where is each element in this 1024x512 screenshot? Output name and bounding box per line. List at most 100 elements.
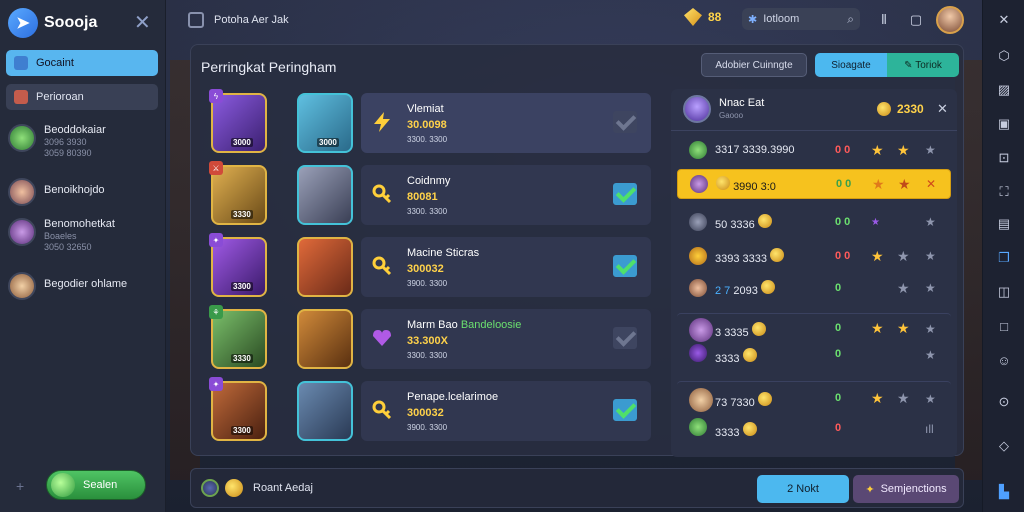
square-icon[interactable]: □ xyxy=(994,316,1014,336)
search-input[interactable] xyxy=(763,13,834,25)
completions-button-label: Semjenctions xyxy=(880,483,947,495)
hero-portrait[interactable] xyxy=(297,309,353,369)
hero-portrait[interactable]: 3000 xyxy=(297,93,353,153)
close-icon[interactable]: ✕ xyxy=(134,10,159,35)
hero-portrait[interactable] xyxy=(297,381,353,441)
library-icon[interactable]: ⫴ xyxy=(874,10,894,30)
target-icon[interactable]: ⊙ xyxy=(994,392,1014,412)
coin-icon xyxy=(770,247,785,262)
gallery-icon[interactable]: ◫ xyxy=(994,282,1014,302)
add-icon[interactable]: + xyxy=(16,478,24,494)
avatar xyxy=(8,272,36,300)
fullscreen-icon[interactable]: ⛶ xyxy=(994,182,1014,202)
notes-icon[interactable]: ▢ xyxy=(906,10,926,30)
brand-name: Soooja xyxy=(44,14,98,31)
sealen-button[interactable]: Sealen xyxy=(46,470,146,500)
hero-portrait[interactable]: ⚘ 3330 xyxy=(209,305,267,369)
hero-portrait[interactable]: ✦ 3300 xyxy=(209,233,267,297)
sidebar-item-gocaint[interactable]: Gocaint xyxy=(6,50,158,76)
lightning-icon xyxy=(374,112,390,132)
toggle-right-button[interactable]: ✎ Toriok xyxy=(887,53,959,77)
user-avatar[interactable] xyxy=(936,6,964,34)
row-points: 0 0 xyxy=(836,178,852,190)
completions-button[interactable]: ✦ Semjenctions xyxy=(853,475,959,503)
hero-stat: 80081 xyxy=(407,191,438,203)
hero-info-card[interactable]: Vlemiat 30.0098 3300. 3300 xyxy=(361,93,651,153)
next-button[interactable]: 2 Nokt xyxy=(757,475,849,503)
select-checkbox[interactable] xyxy=(613,255,637,277)
leaderboard-row[interactable]: 73 7330 0 ★ ★ ★ 3333 0 ıll xyxy=(677,381,951,441)
leaderboard-row[interactable]: 2 7 2093 0 ★ ★ xyxy=(677,273,951,303)
emoji-icon[interactable]: ☺ xyxy=(994,350,1014,370)
panel-title: Perringkat Peringham xyxy=(201,59,337,75)
search-icon[interactable]: ⌕ xyxy=(847,12,854,27)
hero-row[interactable]: ✦ 3300 Macine Sticras 300032 3900. 3300 xyxy=(201,233,651,299)
class-icon: ϟ xyxy=(209,89,223,103)
copy-icon[interactable]: ❐ xyxy=(994,248,1014,268)
row-score: 50 3336 xyxy=(715,213,772,231)
sort-button[interactable]: Adobier Cuinngte xyxy=(701,53,807,77)
select-checkbox[interactable] xyxy=(613,327,637,349)
hero-row[interactable]: ✦ 3300 Penape.lcelarimoe 300032 3900. 33… xyxy=(201,377,651,443)
hero-portrait[interactable]: ϟ 3000 xyxy=(209,89,267,153)
leaderboard-row[interactable]: 3393 3333 0 0 ★ ★ ★ xyxy=(677,241,951,271)
coin-icon xyxy=(757,213,772,228)
hero-row[interactable]: ⚘ 3330 Marm Bao Bandeloosie 33.300X 3300… xyxy=(201,305,651,371)
view-toggle: Sioagate ✎ Toriok xyxy=(815,53,959,77)
row-points: 0 xyxy=(835,422,842,434)
sidebar-contact[interactable]: Benoikhojdo xyxy=(8,178,158,206)
cart-icon[interactable]: ⊡ xyxy=(994,148,1014,168)
leaderboard-row[interactable]: 3317 3339.3990 0 0 ★ ★ ★ xyxy=(677,135,951,165)
row-score-value: 3336 xyxy=(730,218,755,231)
contact-sub: Boaeles xyxy=(44,231,77,241)
calendar-icon[interactable]: ▤ xyxy=(994,214,1014,234)
select-checkbox[interactable] xyxy=(613,183,637,205)
search-box[interactable]: ✱ ⌕ xyxy=(742,8,860,30)
toggle-left-button[interactable]: Sioagate xyxy=(815,53,887,77)
image-icon[interactable]: ▨ xyxy=(994,80,1014,100)
hero-sub: 3900. 3300 xyxy=(407,279,448,288)
hexagon-icon[interactable]: ⬡ xyxy=(994,46,1014,66)
close-icon[interactable]: ✕ xyxy=(937,101,948,117)
hero-info-card[interactable]: Coidnmy 80081 3300. 3300 xyxy=(361,165,651,225)
hero-info-card[interactable]: Marm Bao Bandeloosie 33.300X 3300. 3300 xyxy=(361,309,651,369)
hero-portrait[interactable] xyxy=(297,237,353,297)
hero-portrait[interactable]: ✦ 3300 xyxy=(209,377,267,441)
close-icon[interactable]: ✕ xyxy=(994,10,1014,30)
contact-name: Benoikhojdo xyxy=(44,184,105,196)
sidebar-contact[interactable]: Begodier ohlame xyxy=(8,272,158,300)
avatar xyxy=(8,178,36,206)
contact-sub: 3059 80390 xyxy=(44,148,92,158)
select-checkbox[interactable] xyxy=(613,399,637,421)
hero-portrait[interactable] xyxy=(297,165,353,225)
hero-row[interactable]: ⚔ 3330 Coidnmy 80081 3300. 3300 xyxy=(201,161,651,227)
row-score: 73 7330 xyxy=(715,392,772,409)
leaderboard: Nnac Eat Gaooo 2330 ✕ 3317 3339.3990 0 0… xyxy=(671,89,957,457)
select-checkbox[interactable] xyxy=(613,111,637,133)
star-icon: ★ xyxy=(897,279,910,296)
star-icon: ★ xyxy=(871,247,884,264)
hero-info-card[interactable]: Penape.lcelarimoe 300032 3900. 3300 xyxy=(361,381,651,441)
sidebar-contact[interactable]: Beoddokaiar 3096 3930 3059 80390 xyxy=(8,124,158,159)
hero-sub: 3900. 3300 xyxy=(407,423,448,432)
player-icon xyxy=(689,318,713,342)
remove-icon[interactable]: ✕ xyxy=(926,177,936,191)
hero-portrait[interactable]: ⚔ 3330 xyxy=(209,161,267,225)
sidebar-item-perioroan[interactable]: Perioroan xyxy=(6,84,158,110)
leaderboard-row[interactable]: 3 3335 0 ★ ★ ★ 3333 0 ★ xyxy=(677,313,951,365)
star-icon: ★ xyxy=(871,390,884,406)
leaderboard-points-value: 2330 xyxy=(897,102,924,116)
row-level: 3317 xyxy=(715,144,740,156)
hero-info-card[interactable]: Macine Sticras 300032 3900. 3300 xyxy=(361,237,651,297)
row-level: 73 xyxy=(715,397,728,409)
stack-icon[interactable]: ▙ xyxy=(994,482,1014,502)
sidebar-contact[interactable]: Benomohetkat Boaeles 3050 32650 xyxy=(8,218,158,253)
row-score: 3 3335 xyxy=(715,322,766,339)
leaderboard-row[interactable]: 50 3336 0 0 ★ ★ xyxy=(677,207,951,237)
diamond-icon[interactable]: ◇ xyxy=(994,436,1014,456)
picture-icon[interactable]: ▣ xyxy=(994,114,1014,134)
coin-icon xyxy=(877,102,891,116)
leaderboard-row-highlighted[interactable]: 3990 3:0 0 0 ★ ★ ✕ xyxy=(677,169,951,199)
hero-row[interactable]: ϟ 3000 3000 Vlemiat 30.0098 3300. 3300 xyxy=(201,89,651,155)
star-icon: ★ xyxy=(897,247,910,264)
